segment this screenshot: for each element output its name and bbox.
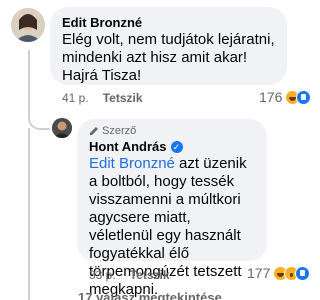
like-icon (295, 265, 311, 281)
reply-like-button[interactable]: Tetszik (130, 268, 170, 282)
reply-reaction-count: 177 (247, 265, 271, 281)
reply-avatar[interactable] (52, 118, 72, 138)
reply-reaction-summary[interactable]: 177 (247, 265, 311, 281)
thread-line (28, 128, 30, 300)
comment-timestamp[interactable]: 41 p. (62, 91, 89, 105)
comment-bubble: Edit Bronzné Elég volt, nem tudjátok lej… (50, 7, 287, 85)
mention-link[interactable]: Edit Bronzné (89, 155, 175, 172)
like-icon (296, 89, 312, 105)
like-button[interactable]: Tetszik (103, 91, 143, 105)
pencil-icon (90, 127, 98, 135)
author-badge: Szerző (89, 124, 255, 138)
reply-timestamp[interactable]: 33 p. (89, 268, 116, 282)
avatar[interactable] (11, 8, 45, 42)
reply-bubble: Szerző Hont András ✓ Edit Bronzné azt üz… (77, 119, 267, 298)
comment-text: Elég volt, nem tudjátok lejáratni, minde… (62, 31, 275, 84)
comment-author[interactable]: Edit Bronzné (62, 14, 275, 31)
verified-icon: ✓ (170, 140, 183, 153)
reply-author-row: Hont András ✓ (89, 138, 255, 155)
thread-connector (28, 50, 50, 130)
author-badge-label: Szerző (102, 125, 137, 137)
reaction-summary[interactable]: 176 (259, 89, 312, 105)
reply-actions: 33 p. Tetszik (89, 268, 170, 282)
reply-author[interactable]: Hont András (89, 138, 167, 155)
comment-actions: 41 p. Tetszik (62, 91, 143, 105)
reaction-count: 176 (259, 89, 283, 105)
view-more-replies[interactable]: 17 válasz megtekintése (78, 290, 222, 300)
